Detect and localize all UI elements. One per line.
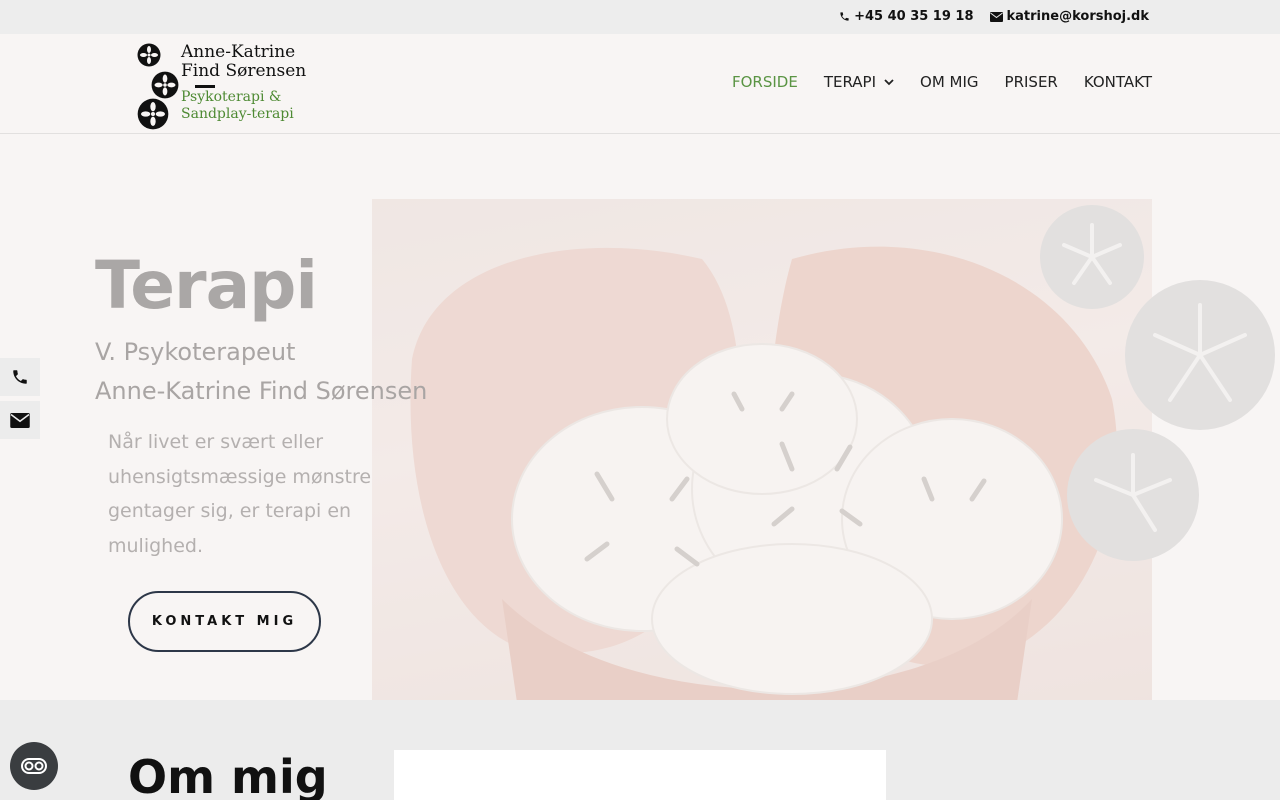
- hero-text: Når livet er svært eller uhensigtsmæssig…: [108, 431, 372, 557]
- logo-flower-icon: [137, 43, 161, 67]
- nav-label: OM MIG: [920, 73, 979, 91]
- nav-item-om-mig[interactable]: OM MIG: [920, 73, 979, 91]
- cookie-settings-icon: [21, 758, 47, 774]
- side-email-button[interactable]: [0, 401, 40, 439]
- nav-item-priser[interactable]: PRISER: [1005, 73, 1058, 91]
- nav-item-terapi[interactable]: TERAPI: [824, 73, 894, 91]
- top-phone-link[interactable]: +45 40 35 19 18: [839, 9, 974, 24]
- nav-label: KONTAKT: [1083, 73, 1152, 91]
- main-nav: FORSIDE TERAPI OM MIG PRISER KONTAKT: [732, 73, 1152, 91]
- top-bar: +45 40 35 19 18 katrine@korshoj.dk: [0, 0, 1280, 34]
- hero-title: Terapi: [95, 247, 318, 324]
- side-phone-button[interactable]: [0, 358, 40, 396]
- decorative-sand-dollars: [1040, 205, 1275, 561]
- about-section: Om mig: [0, 700, 1280, 800]
- nav-item-kontakt[interactable]: KONTAKT: [1084, 73, 1152, 91]
- nav-label: TERAPI: [823, 73, 877, 91]
- cookie-settings-button[interactable]: [10, 742, 58, 790]
- hero-image: [372, 199, 1152, 737]
- hero-subtitle-line1: V. Psykoterapeut: [95, 338, 296, 366]
- logo-line3: Psykoterapi &: [181, 89, 282, 105]
- top-email-link[interactable]: katrine@korshoj.dk: [989, 9, 1149, 24]
- logo-flower-icon: [151, 71, 179, 99]
- envelope-icon: [10, 412, 30, 428]
- about-title: Om mig: [128, 750, 328, 800]
- logo-subtitle: Psykoterapi & Sandplay-terapi: [181, 89, 294, 123]
- logo-line4: Sandplay-terapi: [181, 106, 294, 122]
- contact-me-button[interactable]: KONTAKT MIG: [128, 591, 321, 652]
- site-header: Anne-Katrine Find Sørensen Psykoterapi &…: [0, 34, 1280, 134]
- nav-item-forside[interactable]: FORSIDE: [732, 73, 798, 91]
- phone-icon: [13, 370, 27, 384]
- phone-icon: [840, 12, 849, 21]
- logo-divider: [195, 85, 215, 88]
- chevron-down-icon: [884, 78, 894, 85]
- logo-flower-icon: [137, 98, 169, 130]
- top-contact: +45 40 35 19 18 katrine@korshoj.dk: [839, 9, 1149, 24]
- about-card: [394, 750, 886, 800]
- top-email-text: katrine@korshoj.dk: [1006, 9, 1149, 24]
- nav-label: PRISER: [1004, 73, 1058, 91]
- logo-name: Anne-Katrine Find Sørensen: [181, 43, 306, 81]
- hands-with-sand-dollars-illustration: [372, 199, 1152, 737]
- logo-line2: Find Sørensen: [181, 61, 307, 81]
- nav-label: FORSIDE: [731, 73, 798, 91]
- site-logo[interactable]: Anne-Katrine Find Sørensen Psykoterapi &…: [137, 43, 306, 130]
- logo-line1: Anne-Katrine: [181, 42, 296, 62]
- hero-subtitle-line2: Anne-Katrine Find Sørensen: [95, 377, 428, 405]
- envelope-icon: [989, 11, 1003, 22]
- hero-section: Terapi V. Psykoterapeut Anne-Katrine Fin…: [0, 135, 1280, 737]
- top-phone-text: +45 40 35 19 18: [854, 9, 974, 24]
- hero-subtitle: V. Psykoterapeut Anne-Katrine Find Søren…: [95, 333, 427, 411]
